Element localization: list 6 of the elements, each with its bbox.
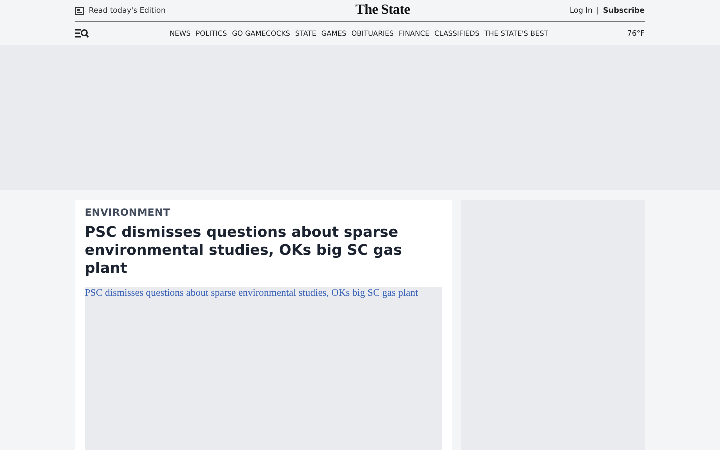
image-alt-text: PSC dismisses questions about sparse environmental studies, OKs big SC gas plant bbox=[85, 287, 420, 300]
section-label[interactable]: ENVIRONMENT bbox=[85, 208, 442, 219]
newspaper-icon bbox=[75, 6, 84, 14]
site-logo[interactable]: The State bbox=[356, 2, 410, 18]
headline: PSC dismisses questions about sparse environmental studies, OKs big SC gas plant bbox=[85, 224, 404, 278]
menu-search-icon[interactable] bbox=[75, 29, 89, 38]
